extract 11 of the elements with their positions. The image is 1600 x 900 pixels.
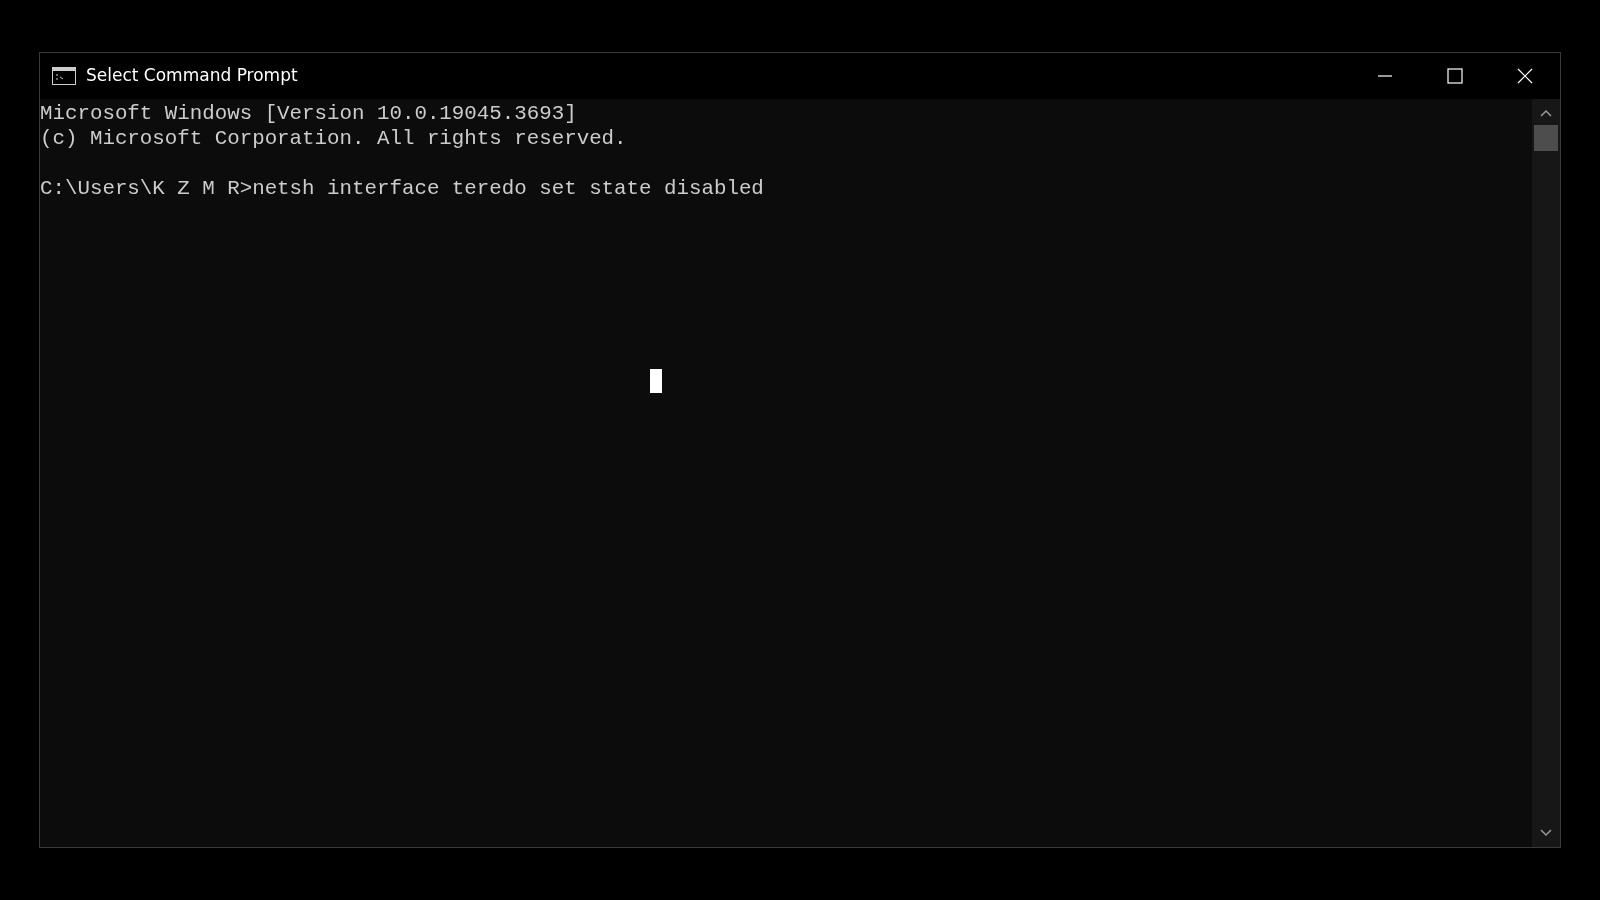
window-title: Select Command Prompt — [86, 64, 298, 88]
maximize-icon[interactable] — [1447, 68, 1463, 84]
console-line: Microsoft Windows [Version 10.0.19045.3693] — [40, 101, 578, 126]
close-icon[interactable] — [1517, 68, 1533, 84]
scroll-up-icon[interactable] — [1540, 109, 1552, 117]
text-cursor — [650, 369, 662, 393]
console-line: C:\Users\K Z M R>netsh interface teredo set state disabled — [40, 176, 765, 201]
scroll-down-icon[interactable] — [1540, 829, 1552, 837]
app-icon — [52, 67, 76, 85]
console-line: (c) Microsoft Corporation. All rights reserved. — [40, 126, 628, 151]
scrollbar-thumb[interactable] — [1534, 125, 1558, 151]
